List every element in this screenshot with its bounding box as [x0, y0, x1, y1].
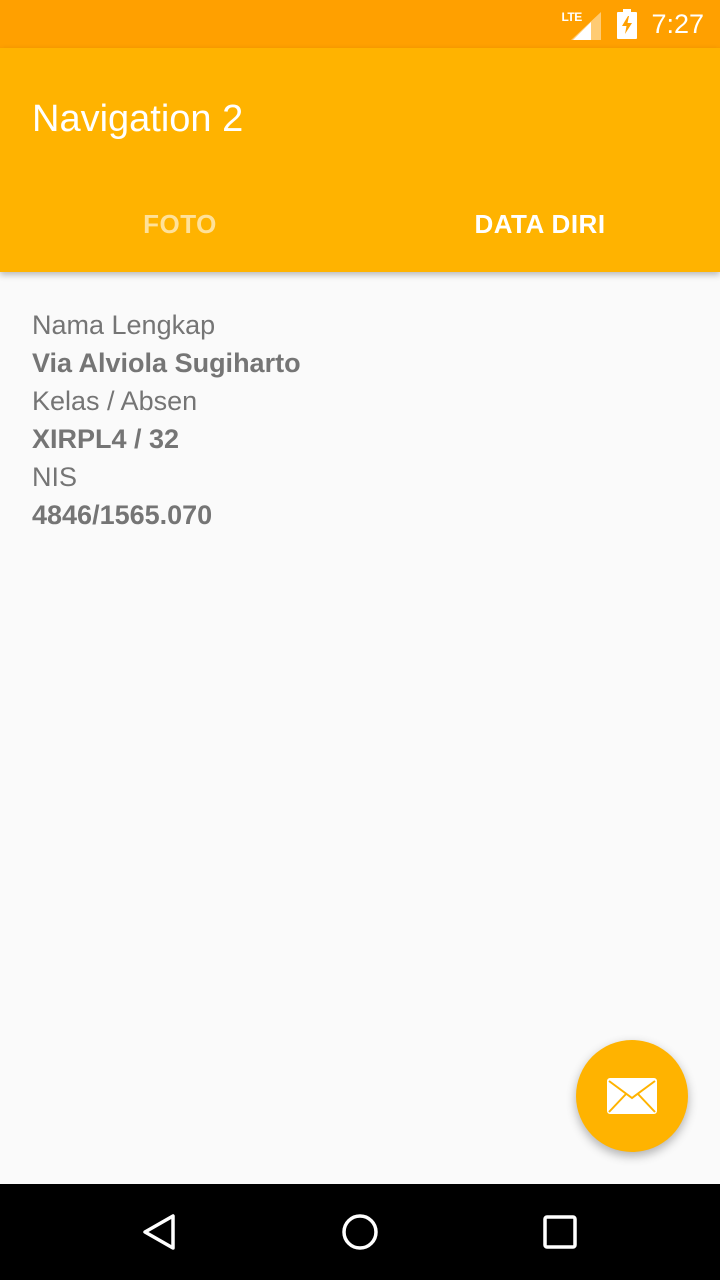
tab-foto[interactable]: FOTO — [0, 176, 360, 272]
back-button[interactable] — [120, 1192, 200, 1272]
class-value: XIRPL4 / 32 — [32, 424, 180, 454]
page-title: Navigation 2 — [32, 98, 244, 140]
battery-charging-icon — [617, 9, 638, 39]
mail-icon — [607, 1078, 657, 1114]
name-value: Via Alviola Sugiharto — [32, 348, 301, 378]
class-label: Kelas / Absen — [32, 386, 198, 416]
tab-bar: FOTO DATA DIRI — [0, 176, 720, 272]
name-label: Nama Lengkap — [32, 310, 216, 340]
recents-button[interactable] — [520, 1192, 600, 1272]
clock: 7:27 — [651, 8, 704, 39]
profile-details: Nama Lengkap Via Alviola Sugiharto Kelas… — [32, 306, 301, 534]
app-bar: Navigation 2 FOTO DATA DIRI — [0, 48, 720, 272]
home-icon — [342, 1214, 378, 1250]
email-fab-button[interactable] — [576, 1040, 688, 1152]
system-nav-bar — [0, 1184, 720, 1280]
nis-label: NIS — [32, 462, 78, 492]
status-bar: LTE 7:27 — [0, 0, 720, 48]
signal-icon: LTE — [561, 8, 602, 40]
recents-icon — [543, 1215, 577, 1249]
home-button[interactable] — [320, 1192, 400, 1272]
tab-data-diri[interactable]: DATA DIRI — [360, 176, 720, 272]
back-icon — [143, 1214, 175, 1250]
nis-value: 4846/1565.070 — [32, 500, 213, 530]
